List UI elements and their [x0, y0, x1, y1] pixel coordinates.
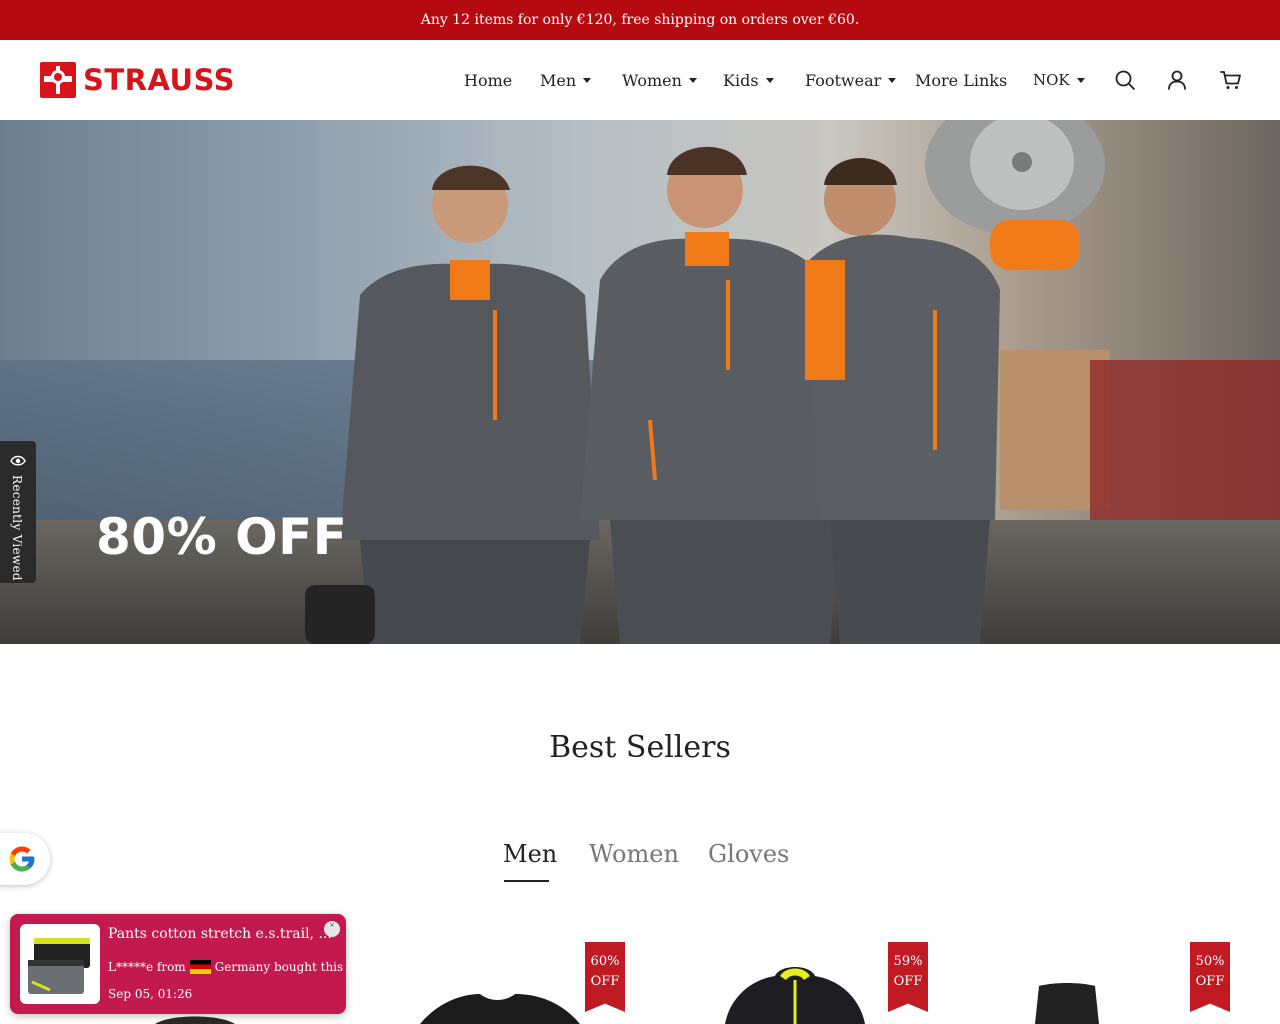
nav-women[interactable]: Women	[622, 71, 697, 90]
recent-purchase-popup[interactable]: Pants cotton stretch e.s.trail, ... L***…	[10, 914, 374, 1014]
discount-tag: 59% OFF	[888, 942, 928, 1012]
nav-more-links-label: More Links	[915, 71, 1008, 90]
discount-off: OFF	[1195, 974, 1225, 989]
product-image	[1035, 983, 1099, 1024]
tab-men[interactable]: Men	[503, 840, 557, 868]
discount-percent: 60%	[590, 954, 620, 969]
chevron-down-icon	[1076, 77, 1085, 83]
purchase-country: Germany bought this item	[214, 960, 375, 974]
chevron-down-icon	[688, 78, 697, 83]
site-header: STRAUSS Home Men Women Kids Footwear Mor…	[0, 40, 1280, 120]
nav-footwear[interactable]: Footwear	[805, 71, 897, 90]
search-icon[interactable]	[1113, 68, 1137, 92]
discount-percent: 59%	[893, 954, 923, 969]
discount-percent: 50%	[1195, 954, 1225, 969]
brand-logo[interactable]: STRAUSS	[40, 61, 235, 99]
product-image	[725, 967, 865, 1024]
google-logo-icon	[9, 846, 35, 872]
nav-men-label: Men	[540, 71, 577, 90]
purchase-buyer: L*****e from	[108, 960, 186, 974]
nav-men[interactable]: Men	[540, 71, 592, 90]
purchase-product-name: Pants cotton stretch e.s.trail, ...	[108, 926, 332, 942]
nav-kids[interactable]: Kids	[723, 71, 774, 90]
tab-gloves[interactable]: Gloves	[708, 840, 789, 868]
account-icon[interactable]	[1165, 68, 1189, 92]
hero-banner[interactable]: 80% OFF	[0, 120, 1280, 644]
discount-tag: 60% OFF	[585, 942, 625, 1012]
nav-women-label: Women	[622, 71, 682, 90]
chevron-down-icon	[765, 78, 774, 83]
nav-home[interactable]: Home	[464, 71, 512, 90]
currency-selector[interactable]: NOK	[1033, 71, 1085, 89]
eye-icon	[10, 455, 26, 466]
nav-more-links[interactable]: More Links	[915, 71, 1007, 90]
tab-women[interactable]: Women	[589, 840, 679, 868]
germany-flag-icon	[189, 960, 211, 974]
currency-label: NOK	[1033, 71, 1070, 89]
announcement-bar: Any 12 items for only €120, free shippin…	[0, 0, 1280, 40]
purchase-product-thumbnail	[20, 924, 100, 1004]
nav-footwear-label: Footwear	[805, 71, 882, 90]
chevron-down-icon	[888, 78, 897, 83]
logo-emblem-icon	[40, 62, 76, 98]
discount-off: OFF	[893, 974, 923, 989]
announcement-text: Any 12 items for only €120, free shippin…	[420, 12, 860, 28]
recently-viewed-label: Recently Viewed	[10, 475, 24, 581]
chevron-down-icon	[583, 78, 592, 83]
hero-headline: 80% OFF	[96, 508, 348, 566]
best-sellers-title: Best Sellers	[549, 730, 731, 765]
product-image	[420, 994, 580, 1024]
nav-kids-label: Kids	[723, 71, 759, 90]
purchase-time: Sep 05, 01:26	[108, 987, 193, 1001]
discount-tag: 50% OFF	[1190, 942, 1230, 1012]
purchase-buyer-line: L*****e from Germany bought this item	[108, 960, 374, 974]
cart-icon[interactable]	[1219, 68, 1243, 92]
nav-home-label: Home	[464, 71, 513, 90]
active-tab-underline	[504, 880, 549, 882]
brand-name: STRAUSS	[83, 62, 236, 97]
close-icon[interactable]: ✕	[324, 921, 340, 937]
hero-models-image	[305, 120, 1105, 644]
google-reviews-badge[interactable]	[0, 833, 50, 885]
discount-off: OFF	[590, 974, 620, 989]
recently-viewed-tab[interactable]: Recently Viewed	[0, 441, 36, 583]
